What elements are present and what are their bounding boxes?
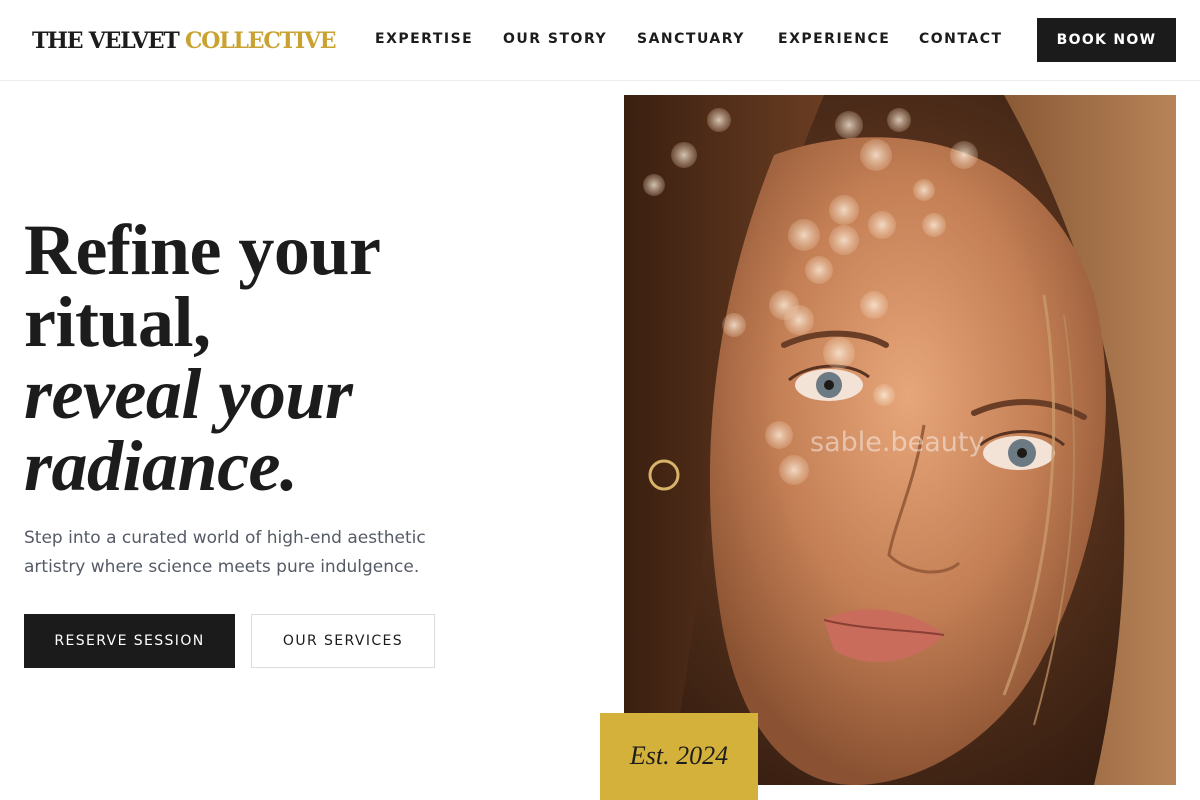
image-watermark: sable.beauty: [810, 427, 985, 458]
headline-line-4: radiance.: [24, 426, 298, 506]
brand-logo[interactable]: THE VELVET COLLECTIVE: [32, 27, 337, 55]
established-label: Est. 2024: [629, 740, 729, 770]
brand-name-accent: COLLECTIVE: [184, 28, 337, 54]
nav-item-contact[interactable]: CONTACT: [919, 30, 1003, 48]
hero-description: Step into a curated world of high-end ae…: [24, 528, 426, 577]
nav-item-sanctuary[interactable]: SANCTUARY: [637, 30, 745, 48]
nav-item-experience[interactable]: EXPERIENCE: [778, 30, 890, 48]
nav-item-expertise[interactable]: EXPERTISE: [375, 30, 473, 48]
headline-line-1: Refine your: [24, 210, 381, 290]
brand-name-dark: THE VELVET: [32, 28, 180, 54]
book-now-button[interactable]: BOOK NOW: [1037, 18, 1176, 62]
established-badge: Est. 2024: [600, 713, 758, 800]
hero-headline: Refine your ritual, reveal your radiance…: [24, 210, 381, 506]
reserve-session-button[interactable]: RESERVE SESSION: [24, 614, 235, 668]
our-services-button[interactable]: OUR SERVICES: [251, 614, 435, 668]
headline-line-2: ritual,: [24, 282, 211, 362]
hero-portrait-image: sable.beauty: [624, 95, 1176, 785]
site-header: THE VELVET COLLECTIVE EXPERTISE OUR STOR…: [0, 0, 1200, 81]
nav-item-our-story[interactable]: OUR STORY: [503, 30, 607, 48]
headline-line-3: reveal your: [24, 354, 353, 434]
